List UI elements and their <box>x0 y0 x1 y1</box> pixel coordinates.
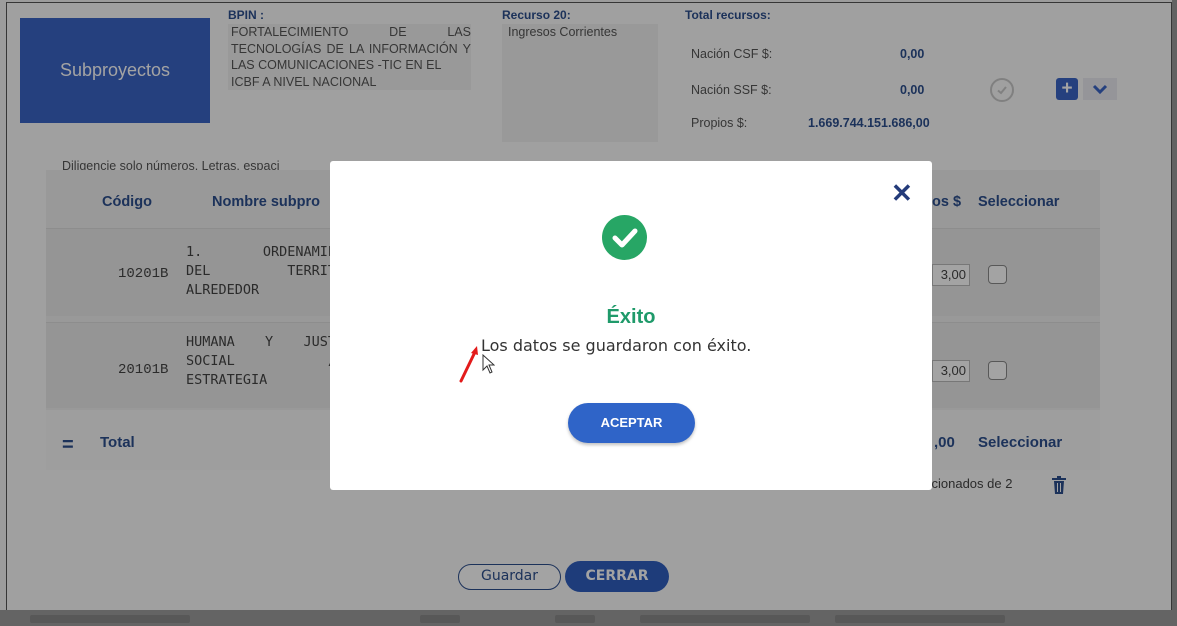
close-icon[interactable]: ✕ <box>891 180 913 206</box>
mouse-pointer-icon <box>482 354 495 374</box>
annotation-arrow-icon <box>459 346 478 383</box>
success-check-icon <box>602 215 647 260</box>
dialog-message: Los datos se guardaron con éxito. <box>481 336 752 355</box>
dialog-title: Éxito <box>606 306 656 328</box>
aceptar-button[interactable]: ACEPTAR <box>568 403 695 443</box>
